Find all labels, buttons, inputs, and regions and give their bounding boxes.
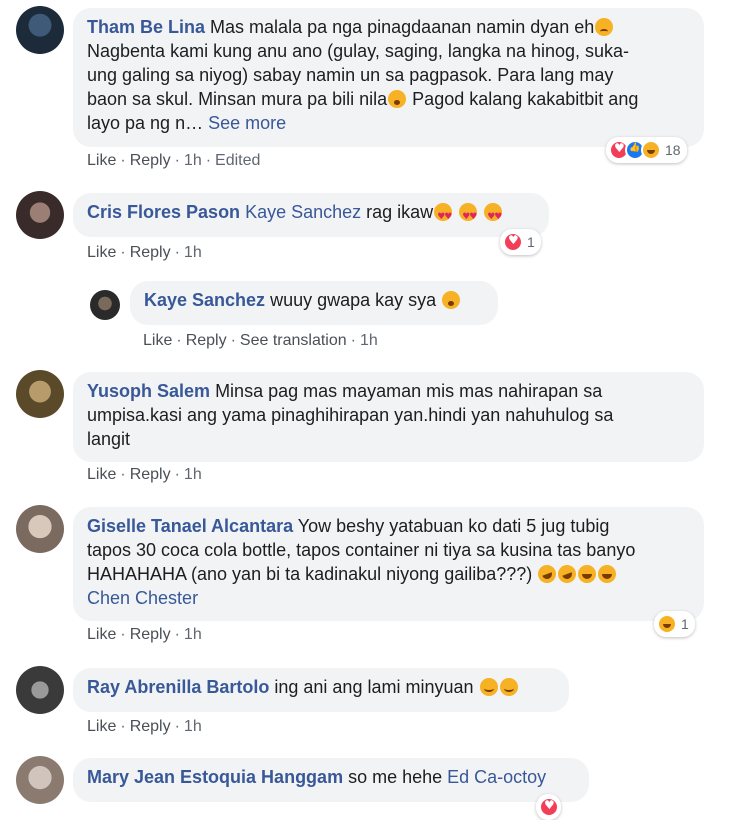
- comment-actions: Like · Reply · See translation · 1h: [143, 332, 378, 349]
- reaction-count: 1: [527, 234, 535, 250]
- comment-actions: Like · Reply · 1h: [87, 244, 202, 261]
- reaction-count: 1: [681, 616, 689, 632]
- avatar[interactable]: [16, 191, 64, 239]
- comment-author[interactable]: Cris Flores Pason: [87, 202, 240, 222]
- reaction-summary[interactable]: 1: [654, 611, 695, 637]
- comment-actions: Like · Reply · 1h: [87, 718, 202, 735]
- like-button[interactable]: Like: [143, 332, 172, 349]
- reaction-summary[interactable]: [536, 794, 561, 820]
- comment-bubble: Kaye Sanchez wuuy gwapa kay sya: [130, 281, 498, 325]
- worried-emoji-icon: [388, 90, 407, 108]
- comment-author[interactable]: Ray Abrenilla Bartolo: [87, 677, 269, 697]
- comment-text: Minsa pag mas mayaman mis mas nahirapan …: [215, 381, 603, 401]
- haha-reaction-icon: [641, 140, 661, 160]
- comment-bubble: Cris Flores Pason Kaye Sanchez rag ikaw: [73, 193, 549, 237]
- reaction-summary[interactable]: 18: [606, 137, 687, 163]
- mention-link[interactable]: Chen Chester: [87, 588, 198, 608]
- avatar[interactable]: [90, 290, 120, 320]
- timestamp[interactable]: 1h: [184, 626, 202, 643]
- heart-eyes-emoji-icon: [459, 203, 477, 229]
- avatar[interactable]: [16, 370, 64, 418]
- love-reaction-icon: [539, 797, 559, 817]
- comment-text: Nagbenta kami kung anu ano (gulay, sagin…: [87, 41, 630, 61]
- comment-author[interactable]: Kaye Sanchez: [144, 290, 265, 310]
- comment-text: HAHAHAHA (ano yan bi ta kadinakul niyong…: [87, 564, 538, 584]
- smile-emoji-icon: [479, 678, 498, 696]
- heart-eyes-emoji-icon: [434, 203, 452, 229]
- reaction-count: 18: [665, 142, 681, 158]
- timestamp[interactable]: 1h: [360, 332, 378, 349]
- comment-text: so me hehe: [343, 767, 448, 787]
- see-translation-link[interactable]: See translation: [240, 332, 347, 349]
- comment-bubble: Tham Be Lina Mas malala pa nga pinagdaan…: [73, 8, 704, 147]
- comment-bubble: Ray Abrenilla Bartolo ing ani ang lami m…: [73, 668, 569, 712]
- comment-text: layo pa ng n…: [87, 113, 209, 133]
- reply-button[interactable]: Reply: [186, 332, 227, 349]
- reply-button[interactable]: Reply: [130, 244, 171, 261]
- mention-link[interactable]: Ed Ca-octoy: [447, 767, 546, 787]
- comment-text: baon sa skul. Minsan mura pa bili nila: [87, 89, 388, 109]
- reply-button[interactable]: Reply: [130, 718, 171, 735]
- comment-text: ing ani ang lami minyuan: [269, 677, 479, 697]
- like-button[interactable]: Like: [87, 244, 116, 261]
- comment-bubble: Giselle Tanael Alcantara Yow beshy yatab…: [73, 507, 704, 621]
- comment-text: rag ikaw: [361, 202, 434, 222]
- comment-text: wuuy gwapa kay sya: [265, 290, 442, 310]
- timestamp[interactable]: 1h: [184, 718, 202, 735]
- comment-text: Yow beshy yatabuan ko dati 5 jug tubig: [297, 516, 610, 536]
- comment-text: umpisa.kasi ang yama pinaghihirapan yan.…: [87, 405, 614, 425]
- like-button[interactable]: Like: [87, 718, 116, 735]
- avatar[interactable]: [16, 666, 64, 714]
- reply-button[interactable]: Reply: [130, 466, 171, 483]
- edited-label[interactable]: Edited: [215, 152, 260, 169]
- reply-button[interactable]: Reply: [130, 626, 171, 643]
- reply-button[interactable]: Reply: [130, 152, 171, 169]
- timestamp[interactable]: 1h: [184, 152, 202, 169]
- avatar[interactable]: [16, 6, 64, 54]
- comment-author[interactable]: Yusoph Salem: [87, 381, 210, 401]
- like-button[interactable]: Like: [87, 626, 116, 643]
- comment-text: langit: [87, 429, 131, 449]
- rofl-emoji-icon: [535, 562, 559, 586]
- comment-bubble: Mary Jean Estoquia Hanggam so me hehe Ed…: [73, 758, 589, 802]
- comment-author[interactable]: Mary Jean Estoquia Hanggam: [87, 767, 343, 787]
- reaction-summary[interactable]: 1: [500, 229, 541, 255]
- comment-text: Pagod kalang kakabitbit ang: [412, 89, 639, 109]
- mention-link[interactable]: Kaye Sanchez: [245, 202, 361, 222]
- like-button[interactable]: Like: [87, 152, 116, 169]
- comment-text: ung galing sa niyog) sabay namin un sa p…: [87, 65, 614, 85]
- avatar[interactable]: [16, 505, 64, 553]
- laughing-emoji-icon: [598, 565, 617, 583]
- worried-emoji-icon: [442, 291, 461, 309]
- heart-eyes-emoji-icon: [484, 203, 502, 229]
- comment-author[interactable]: Giselle Tanael Alcantara: [87, 516, 293, 536]
- see-more-link[interactable]: See more: [208, 113, 286, 133]
- timestamp[interactable]: 1h: [184, 466, 202, 483]
- avatar[interactable]: [16, 756, 64, 804]
- comment-actions: Like · Reply · 1h: [87, 626, 202, 643]
- love-reaction-icon: [503, 232, 523, 252]
- laughing-emoji-icon: [578, 565, 597, 583]
- comment-text: Mas malala pa nga pinagdaanan namin dyan…: [210, 17, 595, 37]
- timestamp[interactable]: 1h: [184, 244, 202, 261]
- rofl-emoji-icon: [555, 562, 579, 586]
- comment-text: tapos 30 coca cola bottle, tapos contain…: [87, 540, 636, 560]
- comment-bubble: Yusoph Salem Minsa pag mas mayaman mis m…: [73, 372, 704, 462]
- like-button[interactable]: Like: [87, 466, 116, 483]
- comment-actions: Like · Reply · 1h · Edited: [87, 152, 261, 169]
- smile-emoji-icon: [499, 678, 518, 696]
- comment-author[interactable]: Tham Be Lina: [87, 17, 205, 37]
- sad-emoji-icon: [595, 18, 614, 36]
- haha-reaction-icon: [657, 614, 677, 634]
- comment-actions: Like · Reply · 1h: [87, 466, 202, 483]
